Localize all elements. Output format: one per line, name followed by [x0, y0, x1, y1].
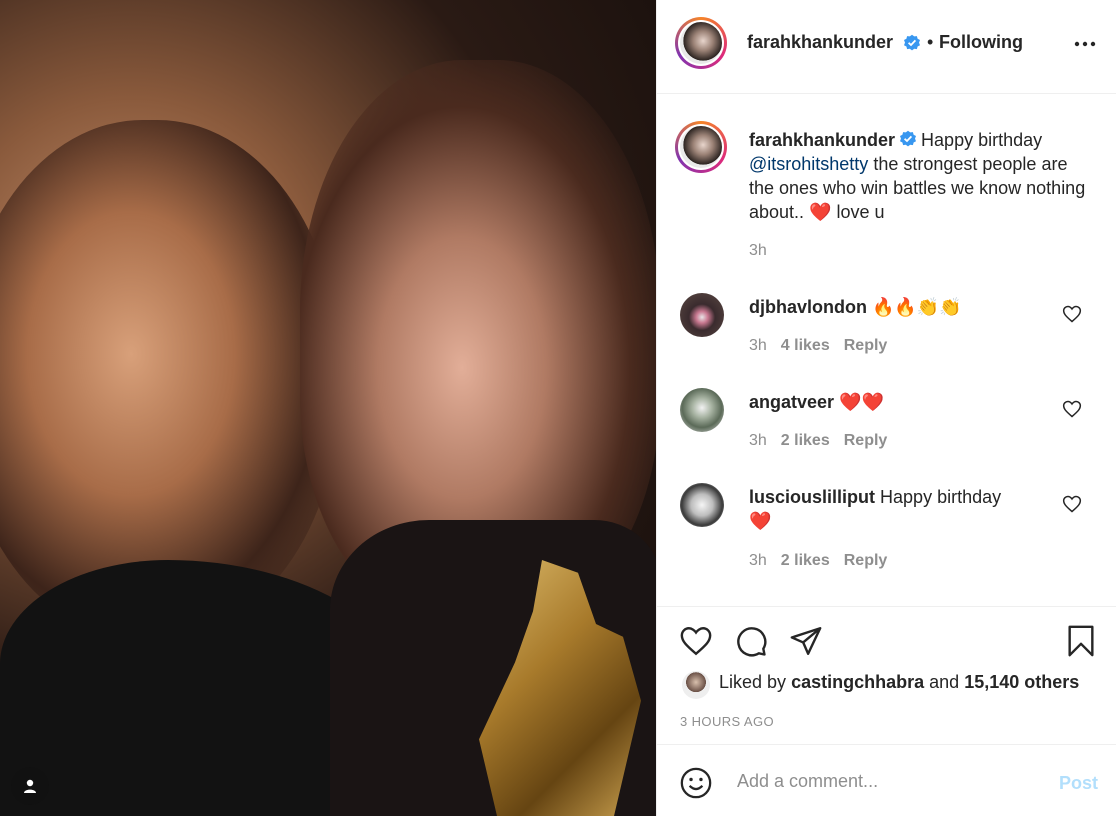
comment-icon[interactable] [734, 624, 768, 658]
comment-meta: 3h 2 likes Reply [749, 552, 901, 570]
post-panel: farahkhankunder • Following farahkhankun… [656, 0, 1116, 816]
user-icon [24, 779, 36, 793]
comment-username[interactable]: djbhavlondon [749, 297, 867, 317]
author-username[interactable]: farahkhankunder [747, 32, 893, 53]
comment-reply-button[interactable]: Reply [844, 337, 888, 354]
verified-icon [904, 34, 920, 51]
comment: djbhavlondon 🔥🔥👏👏 [749, 295, 1039, 319]
post-timestamp[interactable]: 3 HOURS AGO [680, 714, 774, 729]
author-avatar[interactable] [675, 17, 727, 69]
comment: lusciouslilliput Happy birthday ❤️ [749, 485, 1039, 533]
header-separator: • [927, 32, 934, 52]
comment-avatar[interactable] [680, 483, 724, 527]
comment-likes[interactable]: 4 likes [781, 337, 830, 354]
comment-text: Happy birthday [880, 487, 1002, 507]
post-header: farahkhankunder • Following [657, 0, 1116, 94]
heart-icon[interactable] [679, 624, 713, 658]
comment-meta: 3h 4 likes Reply [749, 337, 901, 355]
comment-likes[interactable]: 2 likes [781, 432, 830, 449]
verified-icon [900, 130, 917, 147]
caption: farahkhankunder Happy birthday @itsrohit… [749, 128, 1089, 224]
liked-by-count[interactable]: 15,140 others [964, 672, 1079, 692]
caption-heart-emoji: ❤️ [809, 202, 832, 222]
caption-text-end: love u [836, 202, 885, 222]
comment-avatar[interactable] [680, 388, 724, 432]
comment-like-icon[interactable] [1062, 399, 1082, 419]
liked-by-prefix: Liked by [719, 672, 787, 692]
comment-time: 3h [749, 337, 767, 354]
caption-time: 3h [749, 242, 767, 259]
comment-text: 🔥🔥👏👏 [872, 297, 962, 317]
caption-avatar[interactable] [675, 121, 727, 173]
comment-username[interactable]: lusciouslilliput [749, 487, 875, 507]
comment-meta: 3h 2 likes Reply [749, 432, 901, 450]
comment-time: 3h [749, 552, 767, 569]
liked-by: Liked by castingchhabra and 15,140 other… [719, 672, 1079, 693]
comment-input[interactable] [735, 767, 1039, 795]
caption-mention[interactable]: @itsrohitshetty [749, 154, 868, 174]
comment-like-icon[interactable] [1062, 494, 1082, 514]
send-icon[interactable] [789, 624, 823, 658]
comment-heart-emoji: ❤️ [749, 511, 772, 531]
comment-like-icon[interactable] [1062, 304, 1082, 324]
comment-likes[interactable]: 2 likes [781, 552, 830, 569]
comment-time: 3h [749, 432, 767, 449]
liked-by-user[interactable]: castingchhabra [791, 672, 924, 692]
bookmark-icon[interactable] [1064, 624, 1098, 658]
comment-username[interactable]: angatveer [749, 392, 834, 412]
tagged-users-button[interactable] [11, 767, 49, 805]
comment-reply-button[interactable]: Reply [844, 552, 888, 569]
comment-text: ❤️❤️ [839, 392, 884, 412]
post-photo[interactable] [0, 0, 656, 816]
liked-by-avatar[interactable] [682, 671, 710, 699]
comment: angatveer ❤️❤️ [749, 390, 1039, 414]
caption-username[interactable]: farahkhankunder [749, 130, 895, 150]
following-button[interactable]: Following [939, 32, 1023, 53]
add-comment-bar: Post [657, 744, 1116, 817]
liked-by-mid: and [929, 672, 960, 692]
caption-text-start: Happy birthday [921, 130, 1043, 150]
smiley-icon[interactable] [679, 766, 713, 800]
post-comment-button[interactable]: Post [1059, 773, 1098, 794]
more-horizontal-icon[interactable] [1074, 34, 1096, 54]
comment-avatar[interactable] [680, 293, 724, 337]
comment-reply-button[interactable]: Reply [844, 432, 888, 449]
